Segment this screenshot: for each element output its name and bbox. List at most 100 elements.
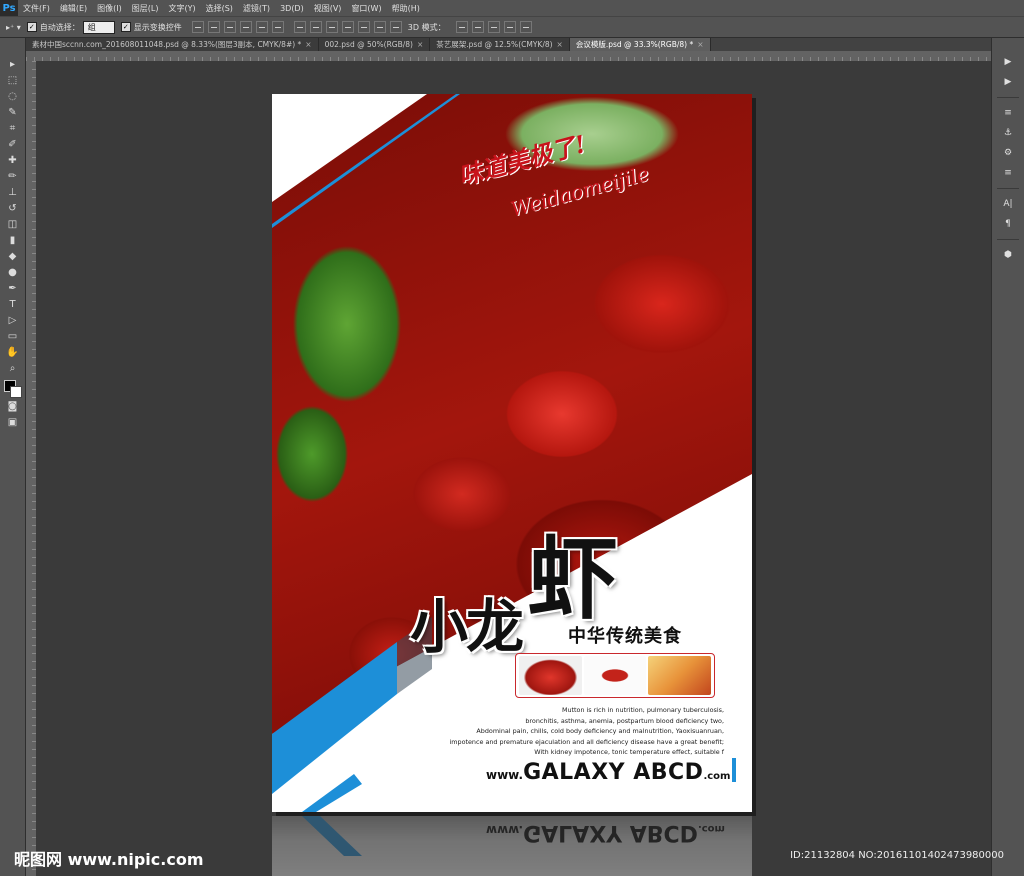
gradient-icon[interactable]: ▮ (6, 233, 20, 247)
color-swatches[interactable] (3, 380, 22, 398)
thumbnail-strip (515, 653, 715, 698)
menu-filter[interactable]: 滤镜(T) (238, 3, 275, 14)
distribute-top-icon[interactable] (293, 21, 306, 33)
vertical-ruler[interactable] (26, 61, 36, 876)
properties-icon[interactable]: ≡ (999, 105, 1017, 121)
thumbnail-crayfish-dish (648, 656, 712, 695)
auto-select-checkbox[interactable]: ✓ (26, 22, 37, 32)
type-icon[interactable]: T (6, 297, 20, 311)
healing-icon[interactable]: ✚ (6, 153, 20, 167)
horizontal-ruler[interactable] (26, 51, 991, 61)
options-bar: ▸⁺ ▾ ✓ 自动选择： 组 ✓ 显示变换控件 3D 模式： (0, 16, 1024, 38)
path-select-icon[interactable]: ▷ (6, 313, 20, 327)
show-transform-checkbox[interactable]: ✓ (120, 22, 131, 32)
tab-document-3[interactable]: 茶艺展架.psd @ 12.5%(CMYK/8) × (430, 38, 570, 51)
3d-rotate-icon[interactable] (455, 21, 468, 33)
lasso-icon[interactable]: ◌ (6, 89, 20, 103)
canvas-area[interactable]: 味道美极了! Weidaomeijile 小龙 虾 中华传统美食 Mutton … (36, 61, 991, 876)
show-transform-option[interactable]: ✓ 显示变换控件 (120, 22, 182, 33)
poster-document[interactable]: 味道美极了! Weidaomeijile 小龙 虾 中华传统美食 Mutton … (272, 94, 752, 812)
pen-icon[interactable]: ✒ (6, 281, 20, 295)
menu-select[interactable]: 选择(S) (201, 3, 238, 14)
tab-label: 素材中国sccnn.com_20160801104​8.psd @ 8.33%(… (32, 40, 302, 49)
shape-icon[interactable]: ▭ (6, 329, 20, 343)
tab-document-2[interactable]: 002.psd @ 50%(RGB/8) × (318, 38, 431, 51)
screen-mode-icon[interactable]: ▣ (6, 415, 20, 429)
eyedropper-icon[interactable]: ✐ (6, 137, 20, 151)
reflection-brand-prefix: www. (486, 823, 524, 837)
quick-mask-icon[interactable]: ◙ (6, 399, 20, 413)
auto-select-label: 自动选择： (39, 22, 80, 32)
menu-edit[interactable]: 编辑(E) (55, 3, 92, 14)
actions-icon[interactable]: ▶ (999, 74, 1017, 90)
zoom-icon[interactable]: ⌕ (6, 361, 20, 375)
menu-layer[interactable]: 图层(L) (127, 3, 164, 14)
menu-image[interactable]: 图像(I) (92, 3, 127, 14)
menu-3d[interactable]: 3D(D) (275, 4, 309, 13)
auto-select-dropdown[interactable]: 组 (82, 20, 115, 34)
align-vcenter-icon[interactable] (207, 21, 220, 33)
auto-select-option[interactable]: ✓ 自动选择： 组 (26, 20, 115, 34)
align-top-icon[interactable] (191, 21, 204, 33)
menu-view[interactable]: 视图(V) (309, 3, 347, 14)
background-color-swatch[interactable] (9, 386, 22, 398)
align-bottom-icon[interactable] (223, 21, 236, 33)
3d-panel-icon[interactable]: ⬢ (999, 247, 1017, 263)
layers-icon[interactable]: ≡ (999, 165, 1017, 181)
blue-brand-bar (732, 758, 736, 782)
history-brush-icon[interactable]: ↺ (6, 201, 20, 215)
photoshop-logo-icon[interactable]: Ps (0, 0, 18, 16)
show-transform-label: 显示变换控件 (133, 22, 182, 32)
align-right-icon[interactable] (271, 21, 284, 33)
menu-file[interactable]: 文件(F) (18, 3, 55, 14)
3d-scale-icon[interactable] (519, 21, 532, 33)
close-icon[interactable]: × (305, 38, 311, 51)
menu-help[interactable]: 帮助(H) (387, 3, 425, 14)
poster-body-text: Mutton is rich in nutrition, pulmonary t… (422, 705, 724, 758)
reflection-brand-suffix: .com (697, 823, 725, 834)
title-big-text: 虾 (528, 526, 619, 632)
distribute-right-icon[interactable] (373, 21, 386, 33)
distribute-vcenter-icon[interactable] (309, 21, 322, 33)
menu-window[interactable]: 窗口(W) (346, 3, 386, 14)
brand-prefix: www. (486, 768, 524, 782)
tab-label: 会议模版.psd @ 33.3%(RGB/8) * (575, 40, 694, 49)
tab-document-1[interactable]: 素材中国sccnn.com_20160801104​8.psd @ 8.33%(… (26, 38, 319, 51)
distribute-bottom-icon[interactable] (325, 21, 338, 33)
eraser-icon[interactable]: ◫ (6, 217, 20, 231)
tab-document-4[interactable]: 会议模版.psd @ 33.3%(RGB/8) * × (569, 38, 711, 51)
adjustments-icon[interactable]: ⚙ (999, 145, 1017, 161)
brush-icon[interactable]: ✏ (6, 169, 20, 183)
blur-icon[interactable]: ◆ (6, 249, 20, 263)
character-icon[interactable]: A| (999, 196, 1017, 212)
align-left-icon[interactable] (239, 21, 252, 33)
panel-dock: ▶ ▶ ≡ ⚓ ⚙ ≡ A| ¶ ⬢ (991, 38, 1024, 876)
paragraph-icon[interactable]: ¶ (999, 216, 1017, 232)
close-icon[interactable]: × (697, 38, 703, 51)
move-icon[interactable]: ▸ (6, 57, 20, 71)
thumbnail-crayfish-plate (519, 656, 582, 695)
menu-type[interactable]: 文字(Y) (163, 3, 200, 14)
close-icon[interactable]: × (557, 38, 563, 51)
close-icon[interactable]: × (417, 38, 423, 51)
play-icon[interactable]: ▶ (999, 54, 1017, 70)
dodge-icon[interactable]: ● (6, 265, 20, 279)
body-line: With kidney impotence, tonic temperature… (534, 748, 724, 756)
anchor-icon[interactable]: ⚓ (999, 125, 1017, 141)
distribute-hcenter-icon[interactable] (357, 21, 370, 33)
stamp-icon[interactable]: ⊥ (6, 185, 20, 199)
body-line: Mutton is rich in nutrition, pulmonary t… (561, 706, 724, 714)
auto-align-icon[interactable] (389, 21, 402, 33)
tools-panel: ▸ ⬚ ◌ ✎ ⌗ ✐ ✚ ✏ ⊥ ↺ ◫ ▮ ◆ ● ✒ T ▷ ▭ ✋ ⌕ … (0, 38, 26, 876)
align-hcenter-icon[interactable] (255, 21, 268, 33)
hand-icon[interactable]: ✋ (6, 345, 20, 359)
3d-roll-icon[interactable] (471, 21, 484, 33)
marquee-icon[interactable]: ⬚ (6, 73, 20, 87)
3d-slide-icon[interactable] (503, 21, 516, 33)
3d-drag-icon[interactable] (487, 21, 500, 33)
move-tool-preset-icon[interactable]: ▸⁺ ▾ (6, 23, 21, 32)
align-buttons (188, 21, 284, 33)
crop-icon[interactable]: ⌗ (6, 121, 20, 135)
quick-select-icon[interactable]: ✎ (6, 105, 20, 119)
distribute-left-icon[interactable] (341, 21, 354, 33)
